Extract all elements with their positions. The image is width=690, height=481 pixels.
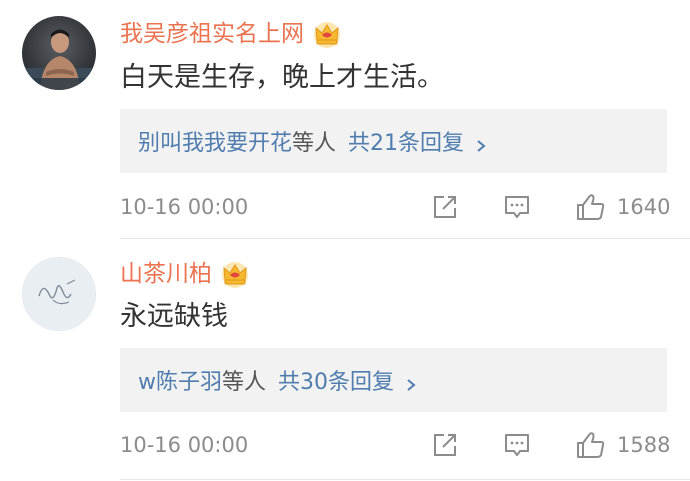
share-button[interactable] [430,191,460,223]
username-row: 山茶川柏 [120,256,250,292]
comment-button[interactable] [502,429,532,461]
crown-icon [220,259,250,289]
like-button[interactable]: 1588 [575,429,670,461]
comment-text: 永远缺钱 [120,301,228,332]
username-row: 我吴彦祖实名上网 [120,16,342,52]
reply-count-link[interactable]: 共30条回复 [278,364,394,396]
username[interactable]: 山茶川柏 [120,259,212,289]
replies-preview[interactable]: w陈子羽 等人 共30条回复 [120,348,667,412]
timestamp: 10-16 00:00 [120,433,249,457]
chevron-right-icon [474,134,488,152]
avatar[interactable] [22,257,96,331]
share-button[interactable] [430,429,460,461]
comment-icon [505,434,529,456]
comment-footer: 10-16 00:00 1588 [120,425,670,465]
reply-count-link[interactable]: 共21条回复 [348,125,464,157]
divider [120,479,690,480]
replies-preview[interactable]: 别叫我我要开花 等人 共21条回复 [120,109,667,173]
avatar[interactable] [22,16,96,90]
sketch-avatar-icon [23,258,95,330]
crown-icon [312,19,342,49]
like-count: 1640 [617,195,671,219]
username[interactable]: 我吴彦祖实名上网 [120,19,304,49]
reply-user-link[interactable]: 别叫我我要开花 [138,125,292,157]
comment-text: 白天是生存，晚上才生活。 [120,62,444,93]
share-icon [434,434,456,456]
chevron-right-icon [404,373,418,391]
like-button[interactable]: 1640 [575,191,670,223]
reply-suffix: 等人 [222,370,267,395]
comment-footer: 10-16 00:00 1640 [120,187,670,227]
share-icon [434,196,456,218]
thumbs-up-icon [577,432,605,458]
timestamp: 10-16 00:00 [120,195,249,219]
reply-suffix: 等人 [292,131,337,156]
thumbs-up-icon [577,194,605,220]
like-count: 1588 [617,433,671,457]
comment-button[interactable] [502,191,532,223]
comment-icon [505,196,529,218]
person-photo-icon [22,16,96,90]
comment-item: 我吴彦祖实名上网 白天是生存，晚上才生活。 别叫我我要开花 等人 共21条回复 … [0,0,690,240]
comment-item: 山茶川柏 永远缺钱 w陈子羽 等人 共30条回复 10-16 00:00 158… [0,240,690,481]
divider [120,238,690,239]
reply-user-link[interactable]: w陈子羽 [138,364,222,396]
